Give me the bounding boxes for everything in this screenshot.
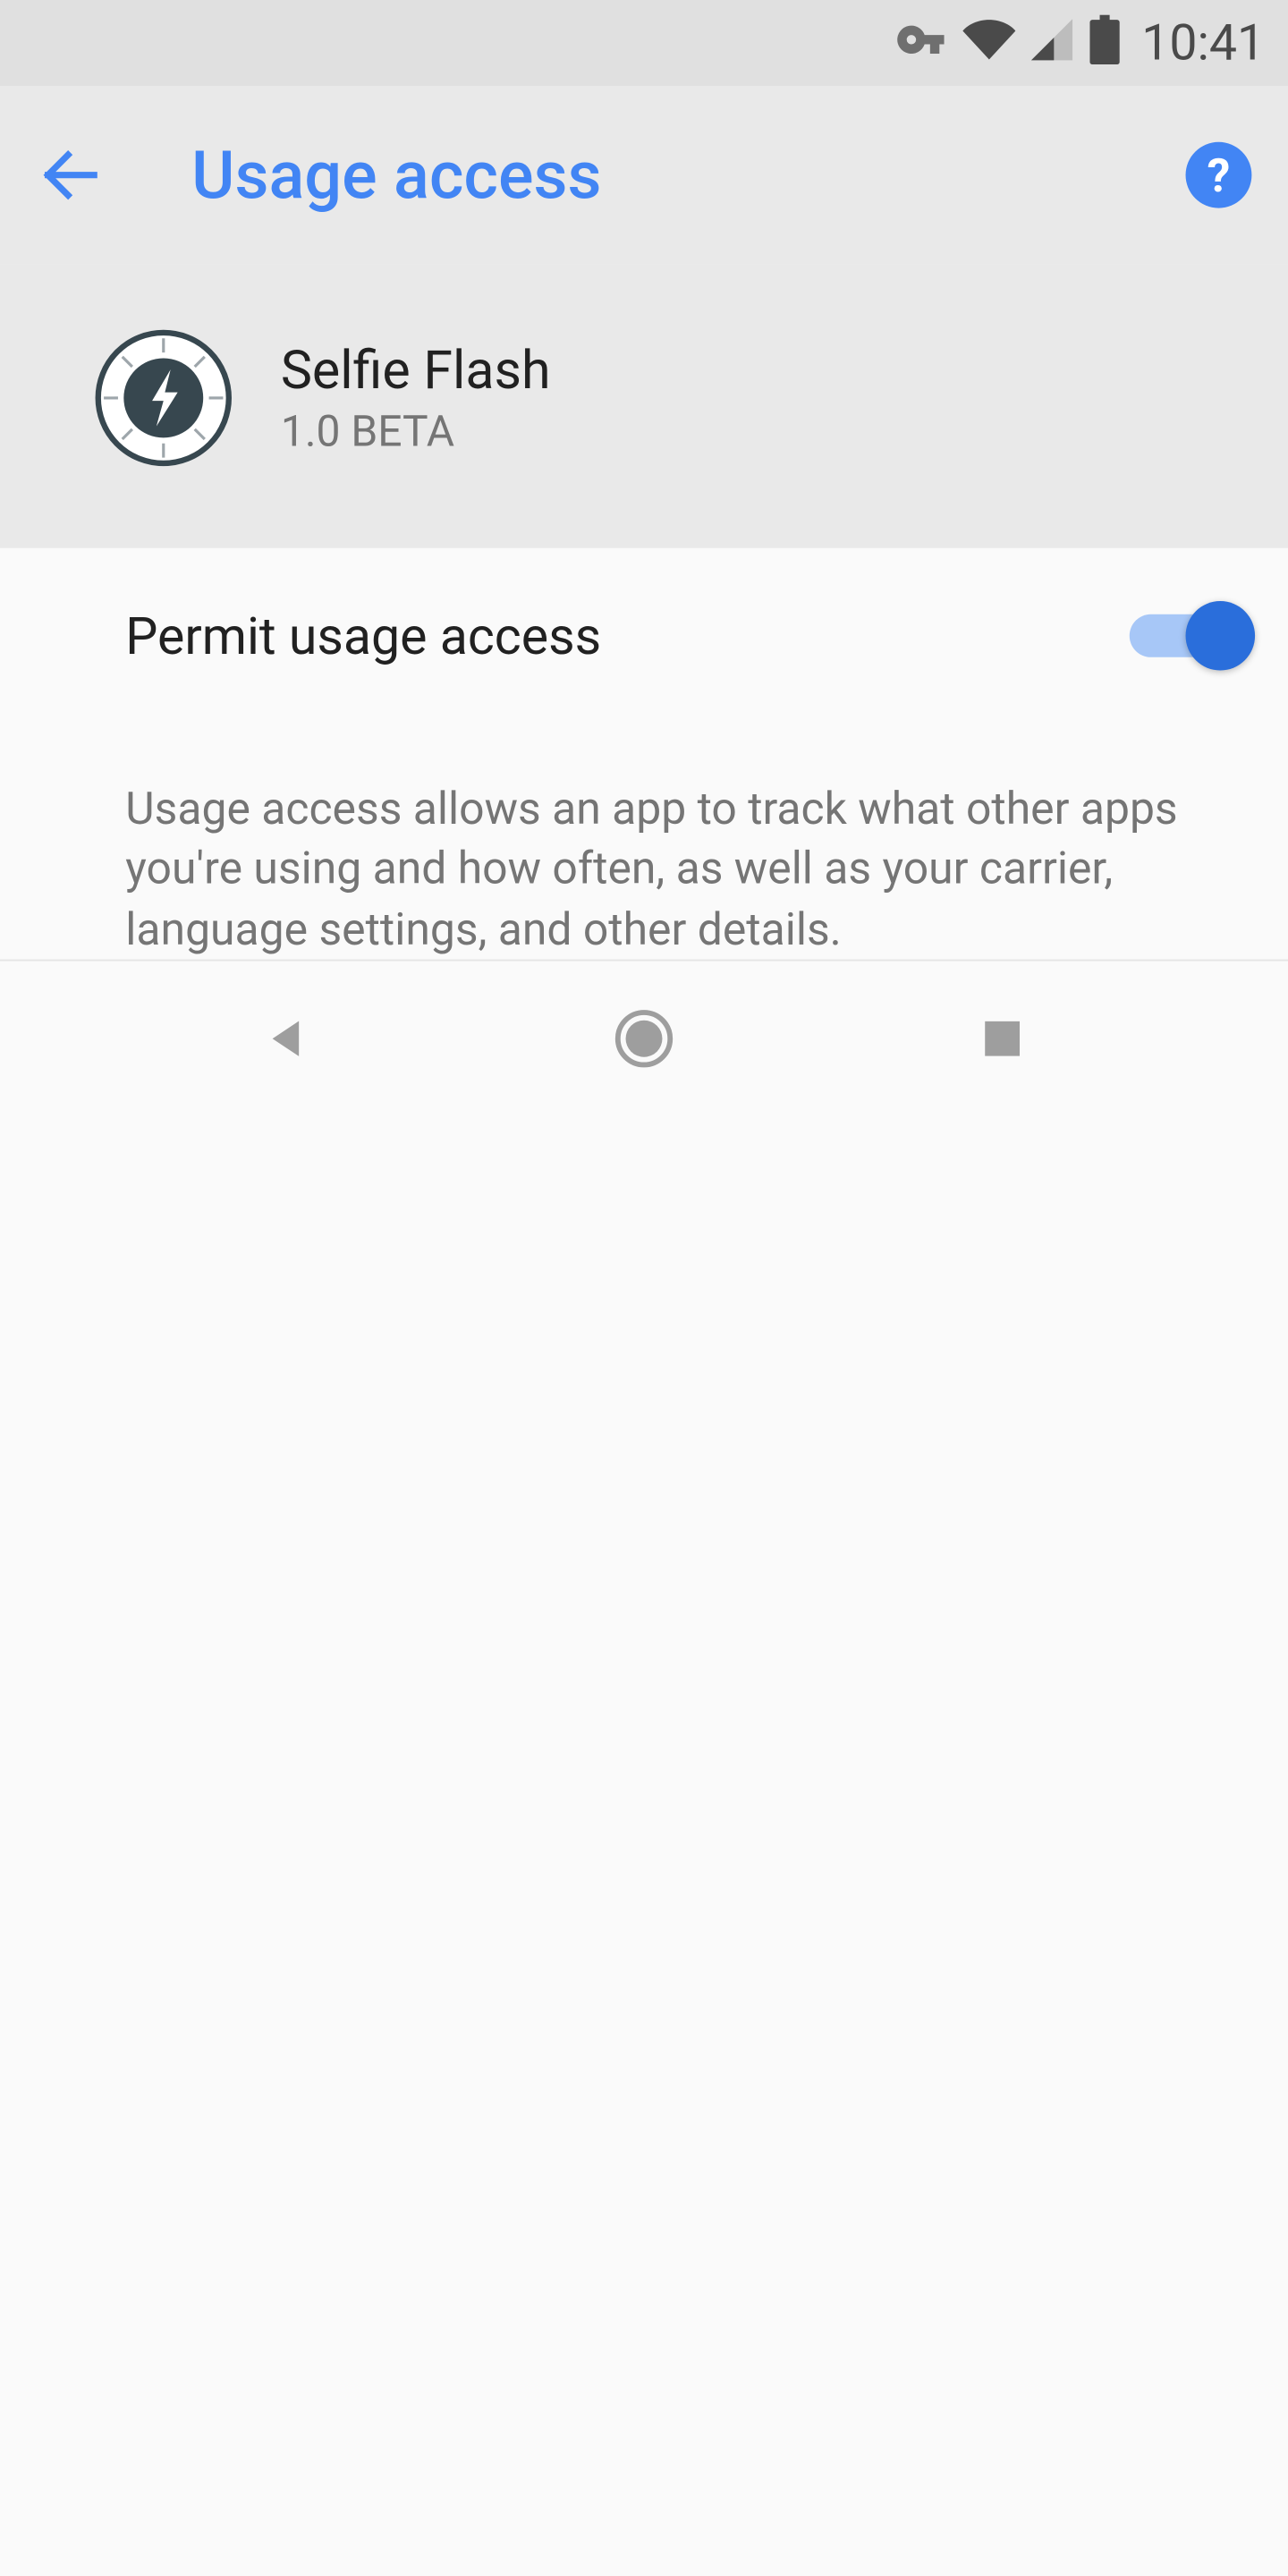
cellular-icon bbox=[1028, 15, 1077, 72]
help-icon: ? bbox=[1208, 148, 1231, 202]
page-title: Usage access bbox=[191, 136, 1185, 214]
navigation-bar bbox=[0, 960, 1288, 1115]
nav-recent-button[interactable] bbox=[953, 989, 1053, 1089]
permit-toggle[interactable] bbox=[1130, 601, 1249, 671]
description: Usage access allows an app to track what… bbox=[0, 724, 1288, 961]
help-button[interactable]: ? bbox=[1186, 142, 1252, 208]
app-icon bbox=[92, 327, 234, 470]
permit-usage-row[interactable]: Permit usage access bbox=[0, 548, 1288, 724]
app-bar: Usage access ? bbox=[0, 86, 1288, 264]
app-header: Selfie Flash 1.0 BETA bbox=[0, 264, 1288, 548]
back-button[interactable] bbox=[37, 140, 106, 210]
nav-back-button[interactable] bbox=[235, 989, 335, 1089]
nav-home-button[interactable] bbox=[595, 989, 694, 1089]
permit-label: Permit usage access bbox=[125, 606, 1129, 666]
app-version: 1.0 BETA bbox=[281, 408, 551, 457]
battery-icon bbox=[1089, 15, 1122, 72]
status-bar: 10:41 bbox=[0, 0, 1288, 86]
content-area: Permit usage access Usage access allows … bbox=[0, 548, 1288, 960]
vpn-key-icon bbox=[895, 12, 952, 74]
wifi-icon bbox=[963, 13, 1016, 72]
status-time: 10:41 bbox=[1141, 14, 1265, 72]
status-icons bbox=[895, 12, 1122, 74]
description-text: Usage access allows an app to track what… bbox=[125, 779, 1248, 960]
app-name: Selfie Flash bbox=[281, 338, 551, 401]
